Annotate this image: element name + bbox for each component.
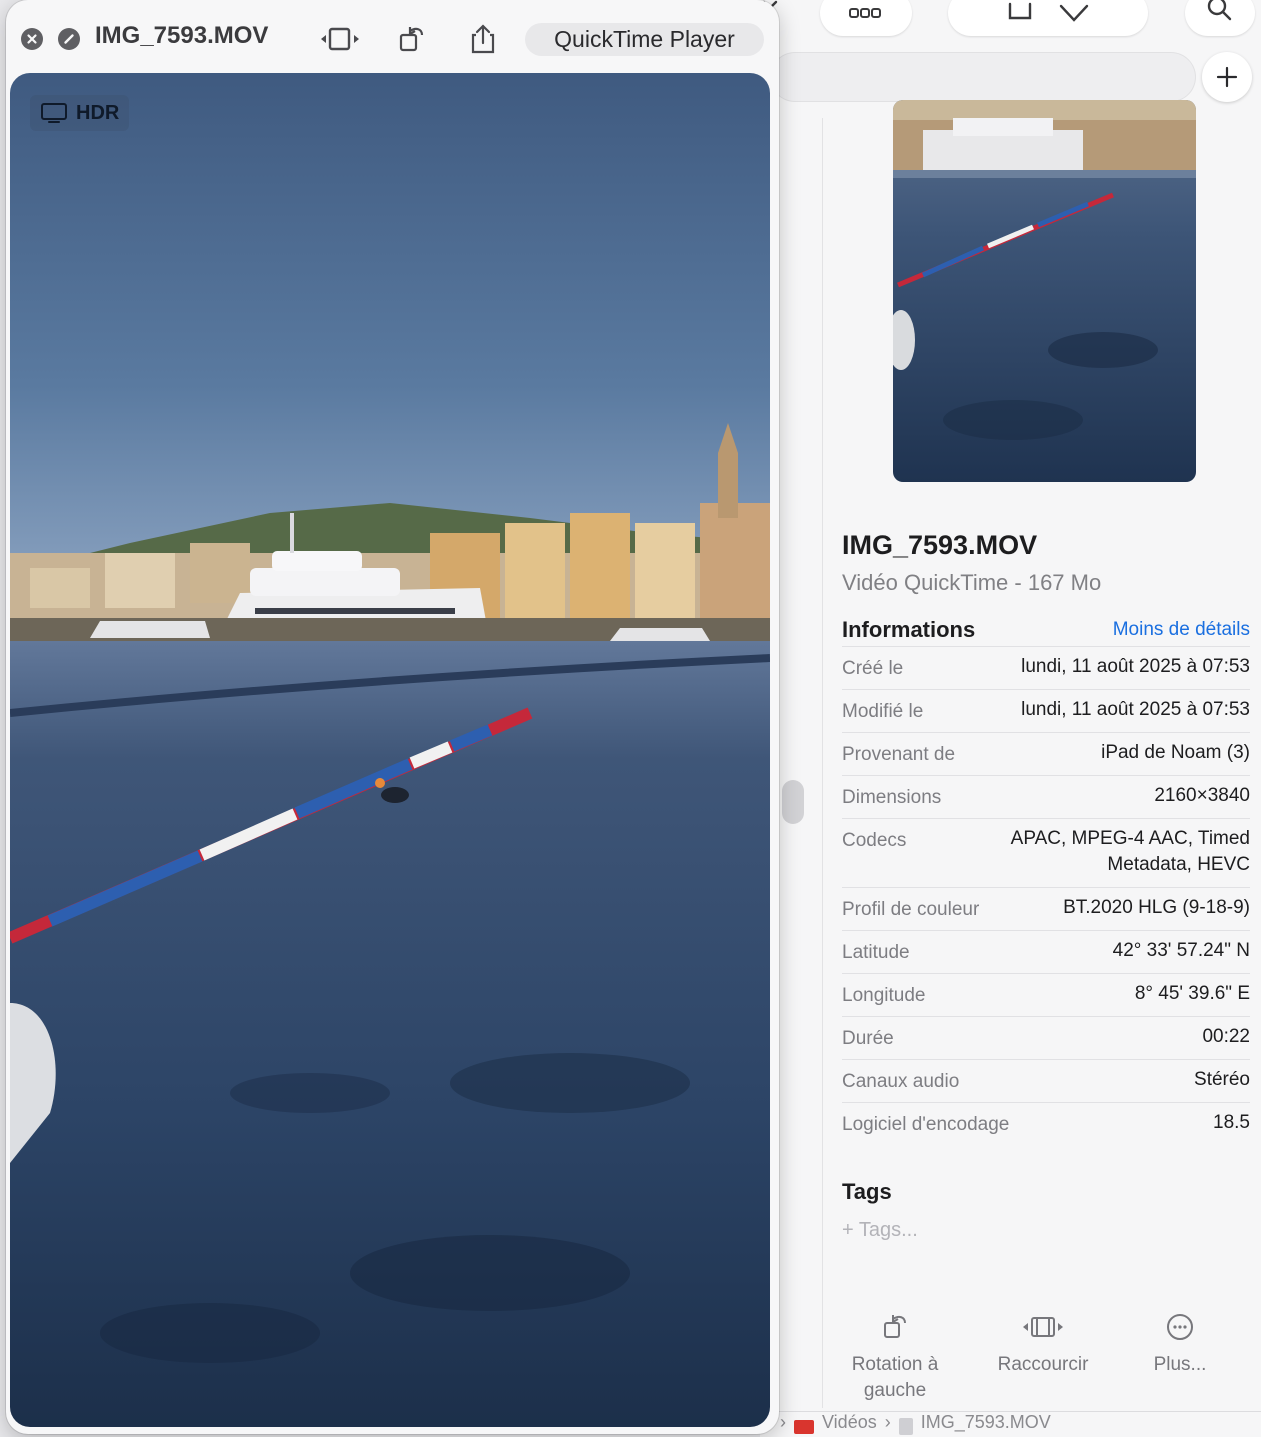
info-key: Créé le xyxy=(842,658,904,679)
trim-icon xyxy=(1023,1317,1063,1337)
info-key: Canaux audio xyxy=(842,1071,960,1092)
add-tags-field[interactable]: + Tags... xyxy=(842,1219,1250,1242)
document-icon xyxy=(898,1418,913,1435)
info-value-line: Metadata, HEVC xyxy=(1107,854,1250,875)
rotate-left-icon xyxy=(884,1315,906,1338)
more-icon xyxy=(1167,1314,1193,1340)
info-row-longitude: Longitude 8° 45' 39.6" E xyxy=(842,973,1250,1016)
info-header: Informations Moins de détails xyxy=(842,614,1250,646)
trim-icon[interactable] xyxy=(318,22,362,56)
info-row-dimensions: Dimensions 2160×3840 xyxy=(842,775,1250,818)
grid-view-icon xyxy=(849,8,881,18)
tag-icon[interactable] xyxy=(1057,0,1091,26)
info-key: Codecs xyxy=(842,830,907,851)
plus-icon xyxy=(1216,66,1238,88)
minimize-button[interactable] xyxy=(58,28,80,50)
info-value: APAC, MPEG-4 AAC, Timed Metadata, HEVC xyxy=(1011,826,1250,878)
more-button[interactable]: Plus... xyxy=(1115,1302,1245,1378)
path-file[interactable]: IMG_7593.MOV xyxy=(921,1412,1051,1433)
path-folder[interactable]: Vidéos xyxy=(822,1412,877,1433)
tags-title: Tags xyxy=(842,1179,892,1204)
info-row-codecs: Codecs APAC, MPEG-4 AAC, Timed Metadata,… xyxy=(842,818,1250,887)
info-value: lundi, 11 août 2025 à 07:53 xyxy=(1021,699,1250,720)
info-key: Logiciel d'encodage xyxy=(842,1114,1010,1135)
video-preview-thumbnail[interactable] xyxy=(893,100,1196,482)
video-frame xyxy=(10,73,770,1427)
info-value: Stéréo xyxy=(1194,1069,1250,1090)
hdr-badge: HDR xyxy=(30,95,130,131)
info-key: Latitude xyxy=(842,942,910,963)
info-row-modified: Modifié le lundi, 11 août 2025 à 07:53 xyxy=(842,689,1250,732)
info-row-latitude: Latitude 42° 33' 57.24" N xyxy=(842,930,1250,973)
window-title: IMG_7593.MOV xyxy=(95,22,269,49)
scrollbar-knob[interactable] xyxy=(782,780,804,824)
info-row-encoder: Logiciel d'encodage 18.5 xyxy=(842,1102,1250,1145)
quicktime-titlebar[interactable]: IMG_7593.MOV QuickTime Player xyxy=(6,0,779,76)
info-value: BT.2020 HLG (9-18-9) xyxy=(1063,897,1250,918)
path-bar: › Vidéos › IMG_7593.MOV xyxy=(760,1411,1261,1437)
quicktime-window: IMG_7593.MOV QuickTime Player HDR xyxy=(6,0,779,1434)
info-title: Informations xyxy=(842,617,976,642)
file-name: IMG_7593.MOV xyxy=(842,530,1038,560)
info-value: lundi, 11 août 2025 à 07:53 xyxy=(1021,656,1250,677)
hdr-label: HDR xyxy=(76,101,120,124)
search-icon xyxy=(1207,0,1232,21)
path-separator: › xyxy=(780,1412,786,1432)
view-mode-button[interactable] xyxy=(820,0,912,36)
info-value: 2160×3840 xyxy=(1154,785,1250,806)
info-row-created: Créé le lundi, 11 août 2025 à 07:53 xyxy=(842,646,1250,689)
folder-icon xyxy=(794,1420,814,1434)
info-key: Modifié le xyxy=(842,701,924,722)
share-icon[interactable] xyxy=(466,22,500,56)
less-details-link[interactable]: Moins de détails xyxy=(1113,619,1250,641)
rotate-left-button[interactable]: Rotation à gauche xyxy=(830,1302,960,1404)
share-tag-group xyxy=(948,0,1148,36)
action-label: Raccourcir xyxy=(997,1354,1089,1375)
file-kind: Vidéo QuickTime - 167 Mo xyxy=(842,570,1102,595)
action-label: Rotation à xyxy=(851,1354,939,1375)
column-divider xyxy=(822,118,823,1408)
search-button[interactable] xyxy=(1185,0,1255,36)
info-value: 18.5 xyxy=(1213,1112,1250,1133)
quick-actions: Rotation à gauche Raccourcir Plus... xyxy=(845,1302,1245,1412)
tab-bar[interactable] xyxy=(770,52,1196,102)
info-key: Provenant de xyxy=(842,744,956,765)
info-key: Longitude xyxy=(842,985,926,1006)
info-value: 42° 33' 57.24" N xyxy=(1112,940,1250,961)
info-row-color-profile: Profil de couleur BT.2020 HLG (9-18-9) xyxy=(842,887,1250,930)
rotate-icon[interactable] xyxy=(396,22,430,56)
info-row-source: Provenant de iPad de Noam (3) xyxy=(842,732,1250,775)
path-separator: › xyxy=(884,1412,891,1432)
finder-window: IMG_7593.MOV Vidéo QuickTime - 167 Mo In… xyxy=(760,0,1261,1437)
display-icon xyxy=(41,103,67,123)
video-player[interactable]: HDR xyxy=(10,73,770,1427)
info-row-duration: Durée 00:22 xyxy=(842,1016,1250,1059)
info-value: 8° 45' 39.6" E xyxy=(1134,983,1250,1004)
app-name-badge[interactable]: QuickTime Player xyxy=(525,23,764,56)
share-icon[interactable] xyxy=(1005,0,1035,26)
minimize-icon xyxy=(64,34,74,44)
add-tab-button[interactable] xyxy=(1202,52,1252,102)
info-value-line: APAC, MPEG-4 AAC, Timed xyxy=(1010,828,1250,849)
info-panel: IMG_7593.MOV Vidéo QuickTime - 167 Mo In… xyxy=(842,530,1250,1242)
info-value: iPad de Noam (3) xyxy=(1101,742,1250,763)
action-label: Plus... xyxy=(1153,1354,1207,1375)
close-button[interactable] xyxy=(21,28,43,50)
info-value: 00:22 xyxy=(1202,1026,1250,1047)
info-key: Dimensions xyxy=(842,787,942,808)
trim-button[interactable]: Raccourcir xyxy=(978,1302,1108,1378)
info-row-audio-channels: Canaux audio Stéréo xyxy=(842,1059,1250,1102)
info-key: Profil de couleur xyxy=(842,899,980,920)
info-key: Durée xyxy=(842,1028,894,1049)
finder-toolbar xyxy=(760,0,1261,50)
action-label: gauche xyxy=(863,1380,927,1401)
close-icon xyxy=(27,34,37,44)
